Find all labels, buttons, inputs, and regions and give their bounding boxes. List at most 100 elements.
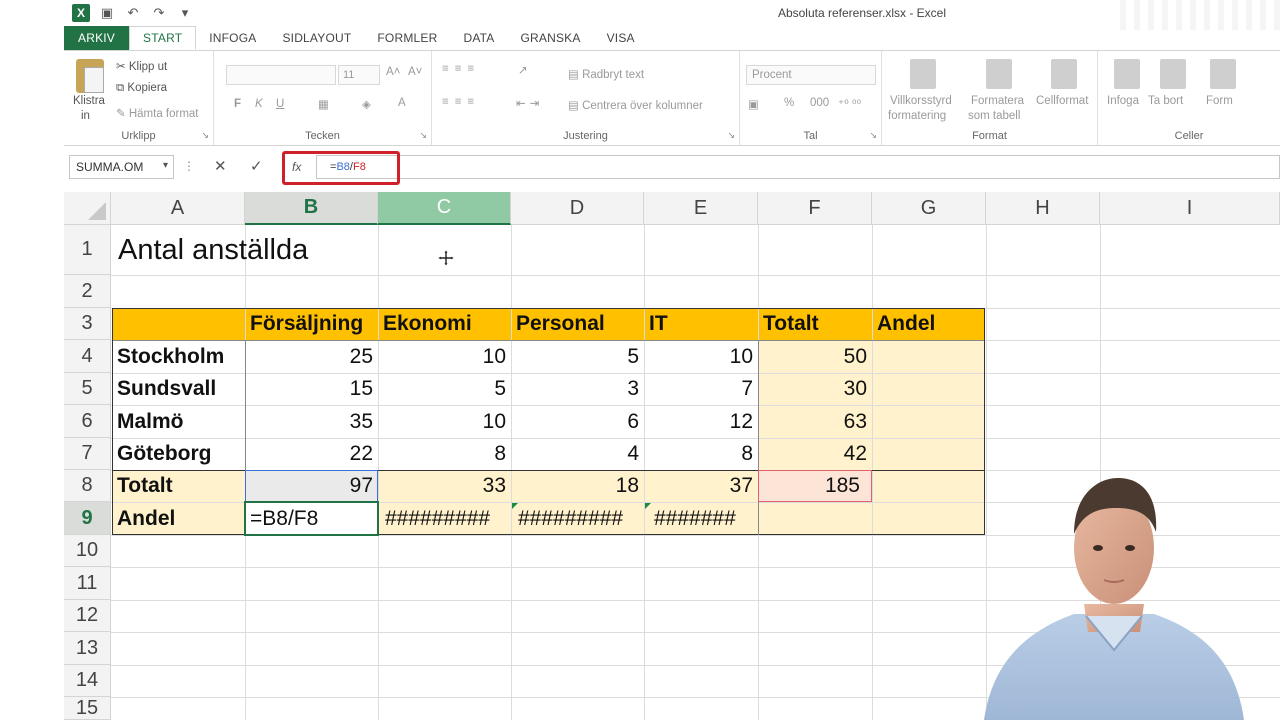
total-cell[interactable]: 50 (758, 340, 872, 373)
select-all-button[interactable] (64, 192, 111, 225)
indent-icons[interactable]: ⇤⇥ (516, 96, 543, 110)
data-cell[interactable]: 3 (511, 373, 644, 405)
conditional-formatting-button[interactable]: Villkorsstyrd (890, 95, 952, 107)
header-it[interactable]: IT (644, 308, 758, 340)
grow-font-icon[interactable]: A˄ (386, 66, 400, 78)
enter-icon[interactable]: ✓ (250, 157, 263, 175)
insert-cells-button[interactable]: Infoga (1107, 95, 1139, 107)
row-label[interactable]: Stockholm (112, 340, 245, 373)
comma-icon[interactable]: 000 (810, 97, 829, 109)
error-cell-d9[interactable]: ######### (511, 502, 644, 535)
font-launcher-icon[interactable]: ↘ (419, 130, 427, 141)
copy-button[interactable]: ⧉ Kopiera (116, 82, 167, 95)
row-header-6[interactable]: 6 (64, 405, 111, 438)
row-header-3[interactable]: 3 (64, 308, 111, 340)
header-totalt[interactable]: Totalt (758, 308, 872, 340)
format-as-table-button-line2[interactable]: som tabell (968, 110, 1020, 122)
total-cell[interactable]: 30 (758, 373, 872, 405)
error-indicator-icon[interactable] (512, 503, 518, 509)
tab-arkiv[interactable]: ARKIV (64, 26, 130, 50)
total-cell[interactable]: 42 (758, 438, 872, 470)
column-header-h[interactable]: H (986, 192, 1100, 225)
column-header-f[interactable]: F (758, 192, 872, 225)
row-label[interactable]: Göteborg (112, 438, 245, 470)
shrink-font-icon[interactable]: A˅ (408, 66, 422, 78)
column-header-d[interactable]: D (511, 192, 644, 225)
number-format-select[interactable]: Procent (746, 65, 876, 85)
data-cell[interactable]: 10 (644, 340, 758, 373)
row-label[interactable]: Malmö (112, 405, 245, 438)
tab-visa[interactable]: VISA (594, 26, 648, 50)
row-header-2[interactable]: 2 (64, 275, 111, 308)
tab-sidlayout[interactable]: SIDLAYOUT (269, 26, 364, 50)
percent-button[interactable]: % (784, 97, 794, 109)
format-cells-icon[interactable] (1210, 59, 1236, 89)
alignment-launcher-icon[interactable]: ↘ (727, 130, 735, 141)
data-cell[interactable]: 8 (378, 438, 511, 470)
data-cell[interactable]: 6 (511, 405, 644, 438)
cell-styles-icon[interactable] (1051, 59, 1077, 89)
conditional-formatting-icon[interactable] (910, 59, 936, 89)
column-header-b[interactable]: B (245, 192, 378, 225)
format-as-table-button[interactable]: Formatera (971, 95, 1024, 107)
horizontal-align-icons[interactable]: ≡≡≡ (442, 96, 480, 108)
row-header-7[interactable]: 7 (64, 438, 111, 470)
delete-cells-icon[interactable] (1160, 59, 1186, 89)
row-label[interactable]: Sundsvall (112, 373, 245, 405)
data-cell[interactable]: 8 (644, 438, 758, 470)
data-cell[interactable]: 5 (511, 340, 644, 373)
insert-cells-icon[interactable] (1114, 59, 1140, 89)
font-name-select[interactable] (226, 65, 336, 85)
total-cell[interactable]: 37 (644, 470, 758, 502)
row-header-5[interactable]: 5 (64, 373, 111, 405)
vertical-align-icons[interactable]: ≡≡≡ (442, 63, 480, 75)
data-cell[interactable]: 4 (511, 438, 644, 470)
clipboard-launcher-icon[interactable]: ↘ (201, 130, 209, 141)
total-cell[interactable]: 63 (758, 405, 872, 438)
number-launcher-icon[interactable]: ↘ (869, 130, 877, 141)
delete-cells-button[interactable]: Ta bort (1148, 95, 1183, 107)
row-header-1[interactable]: 1 (64, 225, 111, 275)
column-header-a[interactable]: A (111, 192, 245, 225)
row-header-8[interactable]: 8 (64, 470, 111, 502)
decimal-icons[interactable]: ⁺⁰ ⁰⁰ (838, 97, 861, 111)
wrap-text-button[interactable]: ▤ Radbryt text (568, 67, 644, 81)
data-cell[interactable]: 25 (245, 340, 378, 373)
paste-button-line2[interactable]: in (81, 110, 90, 122)
data-cell[interactable]: 22 (245, 438, 378, 470)
tab-formler[interactable]: FORMLER (364, 26, 450, 50)
data-cell[interactable]: 15 (245, 373, 378, 405)
column-header-c[interactable]: C (378, 192, 511, 225)
header-personal[interactable]: Personal (511, 308, 644, 340)
chevron-down-icon[interactable]: ▾ (163, 160, 168, 171)
header-ekonomi[interactable]: Ekonomi (378, 308, 511, 340)
fill-color-icon[interactable]: ◈ (362, 97, 371, 111)
data-cell[interactable]: 10 (378, 340, 511, 373)
formula-input[interactable] (316, 155, 1280, 179)
bold-button[interactable]: F (234, 98, 241, 110)
error-indicator-icon[interactable] (645, 503, 651, 509)
orientation-icon[interactable]: ↗ (518, 63, 528, 77)
share-row-label[interactable]: Andel (112, 502, 245, 535)
row-header-9[interactable]: 9 (64, 502, 111, 535)
header-forsaljning[interactable]: Försäljning (245, 308, 385, 340)
italic-button[interactable]: K (255, 98, 263, 110)
error-cell-c9[interactable]: ######### (378, 502, 511, 535)
paste-icon[interactable] (76, 59, 104, 93)
merge-center-button[interactable]: ▤ Centrera över kolumner (568, 98, 703, 112)
data-cell[interactable]: 12 (644, 405, 758, 438)
data-cell[interactable]: 35 (245, 405, 378, 438)
paste-button[interactable]: Klistra (73, 95, 105, 107)
cut-button[interactable]: ✂ Klipp ut (116, 59, 167, 73)
row-header-13[interactable]: 13 (64, 632, 111, 665)
format-as-table-icon[interactable] (986, 59, 1012, 89)
data-cell[interactable]: 5 (378, 373, 511, 405)
error-cell-e9[interactable]: ####### (644, 502, 758, 535)
border-icon[interactable]: ▦ (318, 97, 329, 111)
cell-styles-button[interactable]: Cellformat (1036, 95, 1088, 107)
total-cell[interactable]: 18 (511, 470, 644, 502)
header-andel[interactable]: Andel (872, 308, 986, 340)
tab-infoga[interactable]: INFOGA (196, 26, 269, 50)
format-cells-button[interactable]: Form (1206, 95, 1233, 107)
column-header-e[interactable]: E (644, 192, 758, 225)
